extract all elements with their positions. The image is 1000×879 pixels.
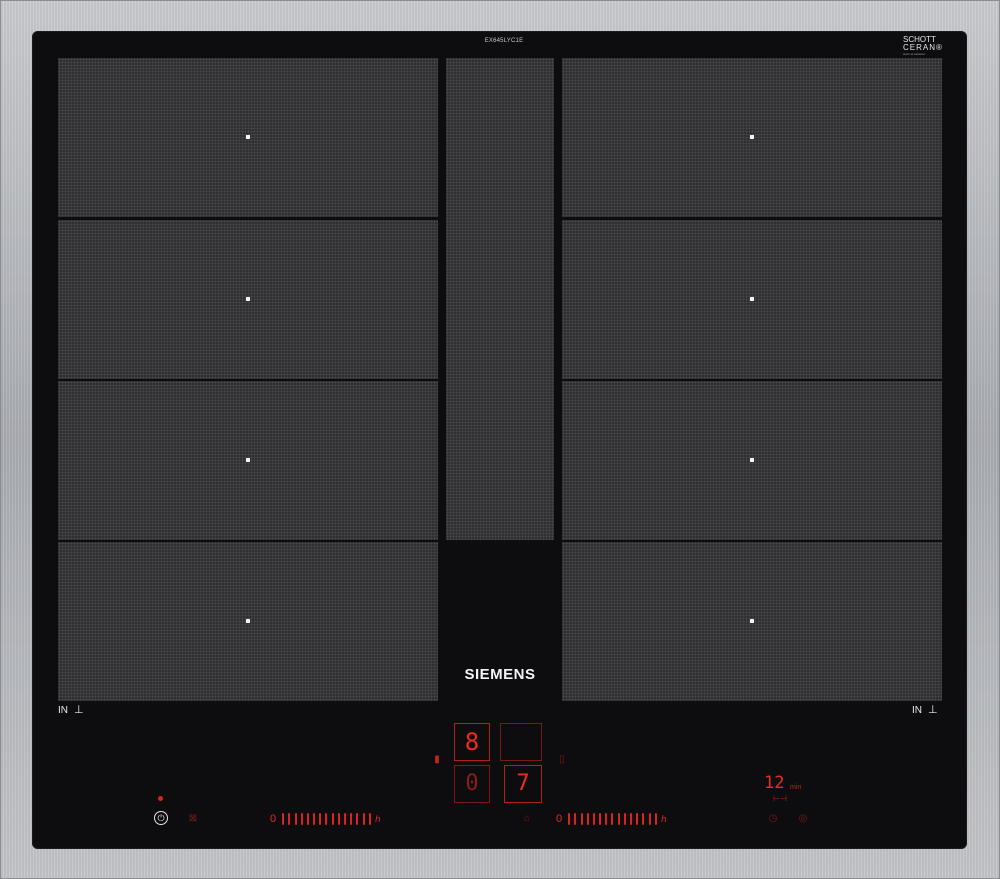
child-lock-icon[interactable]: ⊠ [186,813,200,825]
slider-level-tick[interactable] [636,813,639,825]
right-zone-level-display[interactable] [500,723,542,761]
slider-level-tick[interactable] [580,813,583,825]
timer-icon[interactable]: ◷ [766,813,780,825]
slider-level-tick[interactable] [648,813,651,825]
induction-pan-icon: ⊥ [928,704,938,716]
right-zone-select-icon[interactable]: ▯ [556,754,568,766]
slider-tick-group [282,813,375,825]
power-indicator-led [158,796,163,801]
zone-center-marker [246,297,250,301]
left-level-digit: 8 [464,728,480,756]
zone-center-marker [750,458,754,462]
wipe-protection-icon[interactable]: ⌂ [520,813,534,825]
schott-ceran-logo: SCHOTT CERAN® ᴍᴀᴅᴇ ɪɴ ɢᴇʀᴍᴀɴʏ [903,36,951,60]
center-flex-strip [446,58,554,540]
right-zone-2[interactable] [562,220,942,379]
right-power-slider[interactable]: 0 ℎ [556,812,667,826]
power-icon[interactable]: ⏻ [154,811,168,825]
slider-level-tick[interactable] [592,813,595,825]
left-zone-3[interactable] [58,381,438,540]
slider-level-tick[interactable] [350,813,353,825]
slider-level-tick[interactable] [574,813,577,825]
slider-level-tick[interactable] [623,813,626,825]
boost-icon[interactable]: ℎ [375,814,381,825]
left-zone-4[interactable] [58,542,438,701]
zone-center-marker [750,619,754,623]
timer-unit: min [790,784,802,791]
slider-level-tick[interactable] [282,813,285,825]
zone-center-marker [750,297,754,301]
slider-level-tick[interactable] [611,813,614,825]
right-rear-zone-display[interactable]: 7 [504,765,542,803]
slider-level-tick[interactable] [325,813,328,825]
slider-level-tick[interactable] [630,813,632,825]
slider-level-tick[interactable] [586,813,589,825]
schott-logo-line2: CERAN® [903,43,943,52]
zone-center-marker [750,135,754,139]
left-power-slider[interactable]: 0 ℎ [270,812,381,826]
right-zone-1[interactable] [562,58,942,217]
slider-tick-group [568,813,661,825]
slider-level-tick[interactable] [319,813,322,825]
slider-min-label: 0 [556,813,563,825]
slider-level-tick[interactable] [368,813,371,825]
left-rear-zone-display[interactable]: 0 [454,765,490,803]
slider-min-label: 0 [270,813,277,825]
zone-center-marker [246,135,250,139]
left-rear-digit: 0 [465,771,479,796]
slider-level-tick[interactable] [654,813,657,825]
slider-level-tick[interactable] [331,813,334,825]
timer-display: 12 min ⊢⊣ [764,773,814,803]
slider-level-tick[interactable] [568,813,571,825]
slider-level-tick[interactable] [337,813,340,825]
slider-level-tick[interactable] [617,813,620,825]
schott-logo-line3: ᴍᴀᴅᴇ ɪɴ ɢᴇʀᴍᴀɴʏ [903,52,926,56]
right-zone-4[interactable] [562,542,942,701]
slider-level-tick[interactable] [313,813,316,825]
slider-level-tick[interactable] [288,813,291,825]
slider-level-tick[interactable] [300,813,303,825]
left-induction-label: IN [58,705,68,716]
left-zone-select-icon[interactable]: ▮ [431,754,443,766]
slider-level-tick[interactable] [356,813,359,825]
model-number: EX645LYC1E [484,38,524,44]
boost-icon[interactable]: ℎ [661,814,667,825]
left-zone-1[interactable] [58,58,438,217]
timer-sub-symbol: ⊢⊣ [773,794,787,803]
right-zone-3[interactable] [562,381,942,540]
slider-level-tick[interactable] [642,813,645,825]
left-zone-2[interactable] [58,220,438,379]
slider-level-tick[interactable] [599,813,602,825]
left-zone-level-display[interactable]: 8 [454,723,490,761]
right-rear-digit: 7 [516,771,530,796]
slider-level-tick[interactable] [344,813,346,825]
slider-level-tick[interactable] [362,813,365,825]
slider-level-tick[interactable] [306,813,309,825]
right-induction-label: IN [912,705,922,716]
zone-center-marker [246,458,250,462]
induction-pan-icon: ⊥ [74,704,84,716]
slider-level-tick[interactable] [605,813,608,825]
favorite-icon[interactable]: ◎ [796,813,810,825]
slider-level-tick[interactable] [294,813,297,825]
timer-digits: 12 [764,773,785,793]
brand-logo: SIEMENS [464,666,536,683]
zone-center-marker [246,619,250,623]
